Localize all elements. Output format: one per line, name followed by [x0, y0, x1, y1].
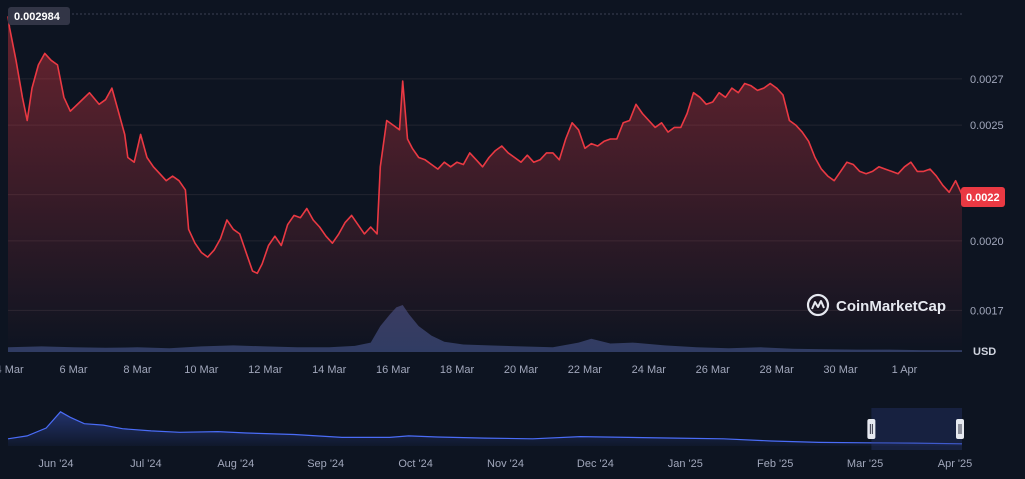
x-tick-label: 30 Mar: [823, 364, 858, 376]
navigator-tick-label: Jun '24: [38, 458, 73, 470]
navigator-axis: Jun '24 Jul '24 Aug '24 Sep '24 Oct '24 Nov '…: [38, 458, 972, 470]
currency-unit: USD: [973, 346, 996, 358]
x-tick-label: 22 Mar: [568, 364, 603, 376]
navigator-tick-label: Jan '25: [668, 458, 703, 470]
y-tick-label: 0.0017: [970, 305, 1004, 317]
navigator-tick-label: Jul '24: [130, 458, 161, 470]
navigator-tick-label: Mar '25: [847, 458, 883, 470]
price-area: [8, 16, 962, 353]
navigator-tick-label: Aug '24: [217, 458, 254, 470]
x-tick-label: 16 Mar: [376, 364, 411, 376]
navigator-handle-grip[interactable]: [956, 419, 964, 439]
navigator-tick-label: Apr '25: [938, 458, 973, 470]
x-axis: 4 Mar 6 Mar 8 Mar 10 Mar 12 Mar 14 Mar 16 Mar 1…: [0, 364, 918, 376]
x-tick-label: 8 Mar: [123, 364, 151, 376]
navigator-left-handle[interactable]: [867, 419, 876, 439]
x-tick-label: 1 Apr: [892, 364, 918, 376]
navigator-tick-label: Oct '24: [398, 458, 433, 470]
navigator-tick-label: Feb '25: [757, 458, 793, 470]
x-tick-label: 26 Mar: [696, 364, 731, 376]
price-chart[interactable]: 0.0017 0.0020 0.0025 0.0027 4 Mar 6 Mar 8 Mar…: [0, 0, 1025, 479]
x-tick-label: 4 Mar: [0, 364, 24, 376]
navigator-tick-label: Nov '24: [487, 458, 524, 470]
navigator-right-handle[interactable]: [956, 419, 964, 439]
x-tick-label: 24 Mar: [632, 364, 667, 376]
x-tick-label: 10 Mar: [184, 364, 219, 376]
x-tick-label: 14 Mar: [312, 364, 347, 376]
navigator-tick-label: Sep '24: [307, 458, 344, 470]
coinmarketcap-wordmark: CoinMarketCap: [836, 298, 946, 315]
high-price-badge: 0.002984: [8, 7, 70, 25]
x-tick-label: 28 Mar: [760, 364, 795, 376]
y-tick-label: 0.0025: [970, 120, 1004, 132]
navigator-handle-grip[interactable]: [867, 419, 876, 439]
x-tick-label: 6 Mar: [59, 364, 87, 376]
current-price-label: 0.0022: [966, 192, 1000, 204]
x-tick-label: 20 Mar: [504, 364, 539, 376]
x-tick-label: 18 Mar: [440, 364, 475, 376]
navigator-selection[interactable]: [871, 408, 962, 450]
high-price-label: 0.002984: [14, 11, 61, 23]
navigator-tick-label: Dec '24: [577, 458, 614, 470]
y-tick-label: 0.0020: [970, 236, 1004, 248]
y-tick-label: 0.0027: [970, 74, 1004, 86]
x-tick-label: 12 Mar: [248, 364, 283, 376]
current-price-badge: 0.0022: [961, 187, 1005, 207]
navigator[interactable]: Jun '24 Jul '24 Aug '24 Sep '24 Oct '24 Nov '…: [7, 408, 972, 470]
